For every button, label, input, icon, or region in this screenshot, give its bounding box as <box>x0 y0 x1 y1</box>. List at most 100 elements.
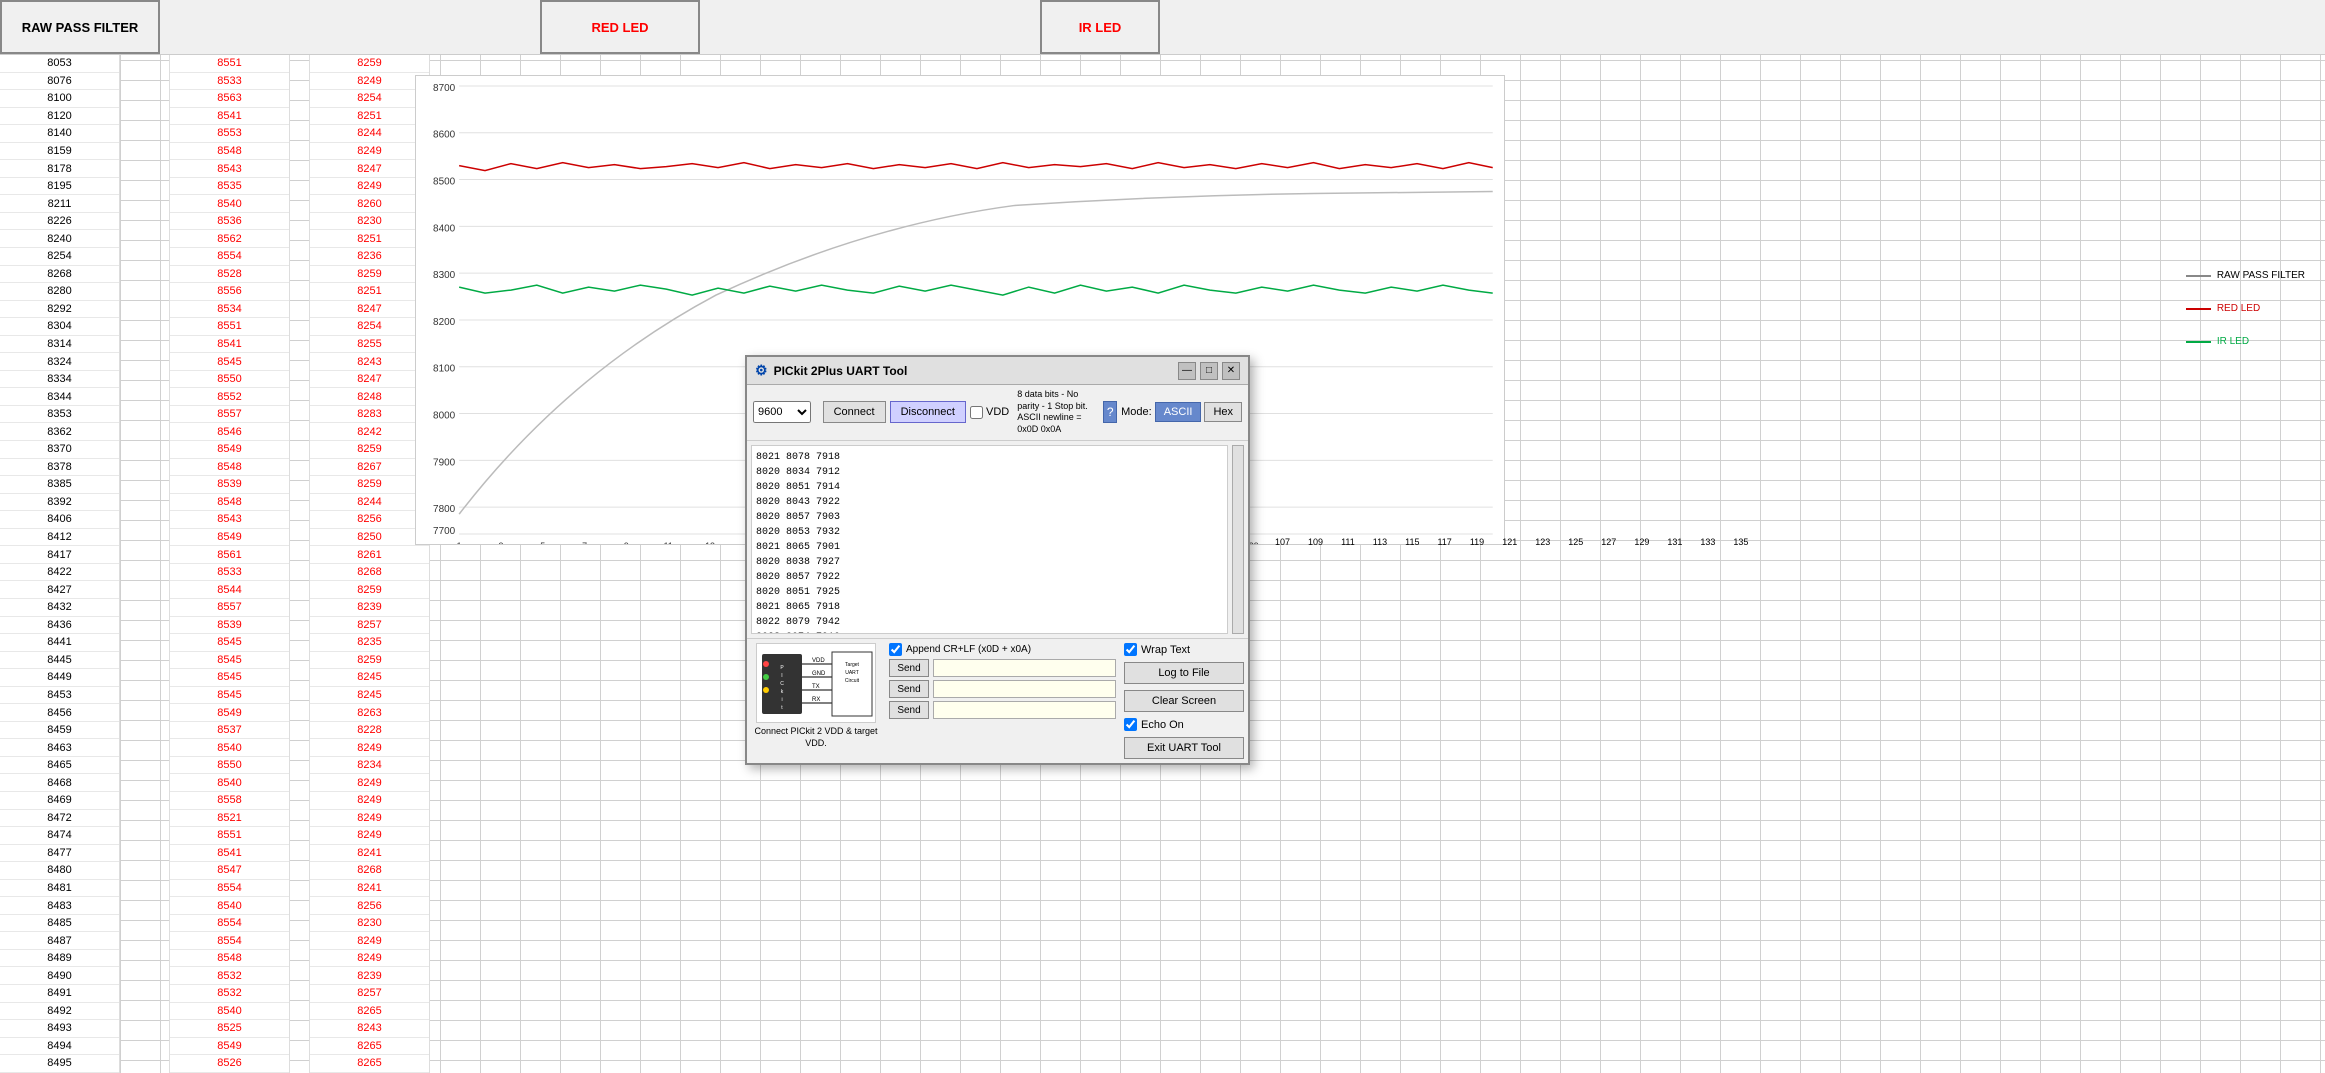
table-row: 8543 <box>170 160 289 178</box>
legend-red-led: RED LED <box>2186 303 2305 314</box>
table-row: 8551 <box>170 827 289 845</box>
table-row: 8551 <box>170 55 289 73</box>
svg-text:8400: 8400 <box>433 223 456 234</box>
table-row: 8257 <box>310 985 429 1003</box>
svg-text:7800: 7800 <box>433 504 456 515</box>
log-to-file-button[interactable]: Log to File <box>1124 662 1244 684</box>
close-button[interactable]: ✕ <box>1222 362 1240 380</box>
table-row: 8546 <box>170 423 289 441</box>
echo-on-checkbox[interactable] <box>1124 718 1137 731</box>
table-row: 8540 <box>170 739 289 757</box>
list-item: 8020 8057 7903 <box>756 510 1223 525</box>
help-button[interactable]: ? <box>1103 401 1117 423</box>
macro-input-2[interactable] <box>933 680 1116 698</box>
vdd-checkbox[interactable] <box>970 406 983 419</box>
vdd-checkbox-area[interactable]: VDD <box>970 406 1009 419</box>
table-row: 8550 <box>170 371 289 389</box>
disconnect-button[interactable]: Disconnect <box>890 401 966 423</box>
table-row: 8532 <box>170 967 289 985</box>
terminal-scrollbar[interactable] <box>1232 445 1244 634</box>
macro-input-3[interactable] <box>933 701 1116 719</box>
svg-text:Circuit: Circuit <box>845 678 860 684</box>
table-row: 8243 <box>310 1020 429 1038</box>
hex-mode-button[interactable]: Hex <box>1204 402 1242 422</box>
svg-text:8000: 8000 <box>433 411 456 422</box>
exit-uart-button[interactable]: Exit UART Tool <box>1124 737 1244 759</box>
table-row: 8228 <box>310 722 429 740</box>
table-row: 8477 <box>0 845 119 863</box>
macro-send-3-button[interactable]: Send <box>889 701 929 719</box>
table-row: 8557 <box>170 599 289 617</box>
baud-rate-select[interactable]: 9600 19200 38400 57600 115200 <box>753 401 811 423</box>
table-row: 8259 <box>310 652 429 670</box>
table-row: 8544 <box>170 581 289 599</box>
table-row: 8241 <box>310 880 429 898</box>
macro-input-1[interactable] <box>933 659 1116 677</box>
table-row: 8370 <box>0 441 119 459</box>
circuit-svg: P I C k i t Target UART Circuit <box>757 644 877 724</box>
table-row: 8251 <box>310 283 429 301</box>
table-row: 8549 <box>170 529 289 547</box>
table-row: 8548 <box>170 143 289 161</box>
table-row: 8249 <box>310 932 429 950</box>
table-row: 8535 <box>170 178 289 196</box>
legend-ir-led: IR LED <box>2186 336 2305 347</box>
table-row: 8334 <box>0 371 119 389</box>
ascii-mode-button[interactable]: ASCII <box>1155 402 1202 422</box>
options-section: Wrap Text Log to File Clear Screen Echo … <box>1124 643 1244 759</box>
uart-icon: ⚙ <box>755 362 768 379</box>
table-row: 8254 <box>0 248 119 266</box>
terminal-output[interactable]: 8021 8078 79188020 8034 79128020 8051 79… <box>751 445 1228 634</box>
table-row: 8494 <box>0 1038 119 1056</box>
svg-text:7900: 7900 <box>433 457 456 468</box>
table-row: 8385 <box>0 476 119 494</box>
table-row: 8528 <box>170 266 289 284</box>
connect-button[interactable]: Connect <box>823 401 886 423</box>
table-row: 8481 <box>0 880 119 898</box>
red-led-column: 8551853385638541855385488543853585408536… <box>170 55 290 1073</box>
table-row: 8362 <box>0 423 119 441</box>
table-row: 8256 <box>310 511 429 529</box>
wrap-text-checkbox[interactable] <box>1124 643 1137 656</box>
macro-send-2-button[interactable]: Send <box>889 680 929 698</box>
echo-on-row: Echo On <box>1124 718 1244 731</box>
chart-legend: RAW PASS FILTER RED LED IR LED <box>2186 270 2305 347</box>
table-row: 8244 <box>310 494 429 512</box>
dialog-controls[interactable]: — □ ✕ <box>1178 362 1240 380</box>
table-row: 8292 <box>0 301 119 319</box>
macro-send-1-button[interactable]: Send <box>889 659 929 677</box>
table-row: 8483 <box>0 897 119 915</box>
legend-red-line <box>2186 308 2211 310</box>
header-raw-pass-filter: RAW PASS FILTER <box>0 0 160 54</box>
table-row: 8248 <box>310 388 429 406</box>
append-crlf-checkbox[interactable] <box>889 643 902 656</box>
table-row: 8249 <box>310 774 429 792</box>
table-row: 8353 <box>0 406 119 424</box>
table-row: 8314 <box>0 336 119 354</box>
table-row: 8533 <box>170 73 289 91</box>
table-row: 8521 <box>170 810 289 828</box>
maximize-button[interactable]: □ <box>1200 362 1218 380</box>
table-row: 8526 <box>170 1055 289 1073</box>
table-row: 8493 <box>0 1020 119 1038</box>
svg-text:8300: 8300 <box>433 270 456 281</box>
clear-screen-button[interactable]: Clear Screen <box>1124 690 1244 712</box>
svg-text:8600: 8600 <box>433 130 456 141</box>
table-row: 8259 <box>310 581 429 599</box>
table-row: 8541 <box>170 108 289 126</box>
table-row: 8545 <box>170 669 289 687</box>
table-row: 8487 <box>0 932 119 950</box>
table-row: 8250 <box>310 529 429 547</box>
table-row: 8239 <box>310 599 429 617</box>
table-row: 8545 <box>170 353 289 371</box>
table-row: 8441 <box>0 634 119 652</box>
minimize-button[interactable]: — <box>1178 362 1196 380</box>
table-row: 8485 <box>0 915 119 933</box>
mode-section: Mode: ASCII Hex <box>1121 402 1242 422</box>
table-row: 8265 <box>310 1055 429 1073</box>
table-row: 8525 <box>170 1020 289 1038</box>
table-row: 8548 <box>170 459 289 477</box>
dialog-titlebar: ⚙ PICkit 2Plus UART Tool — □ ✕ <box>747 357 1248 385</box>
table-row: 8480 <box>0 862 119 880</box>
table-row: 8256 <box>310 897 429 915</box>
